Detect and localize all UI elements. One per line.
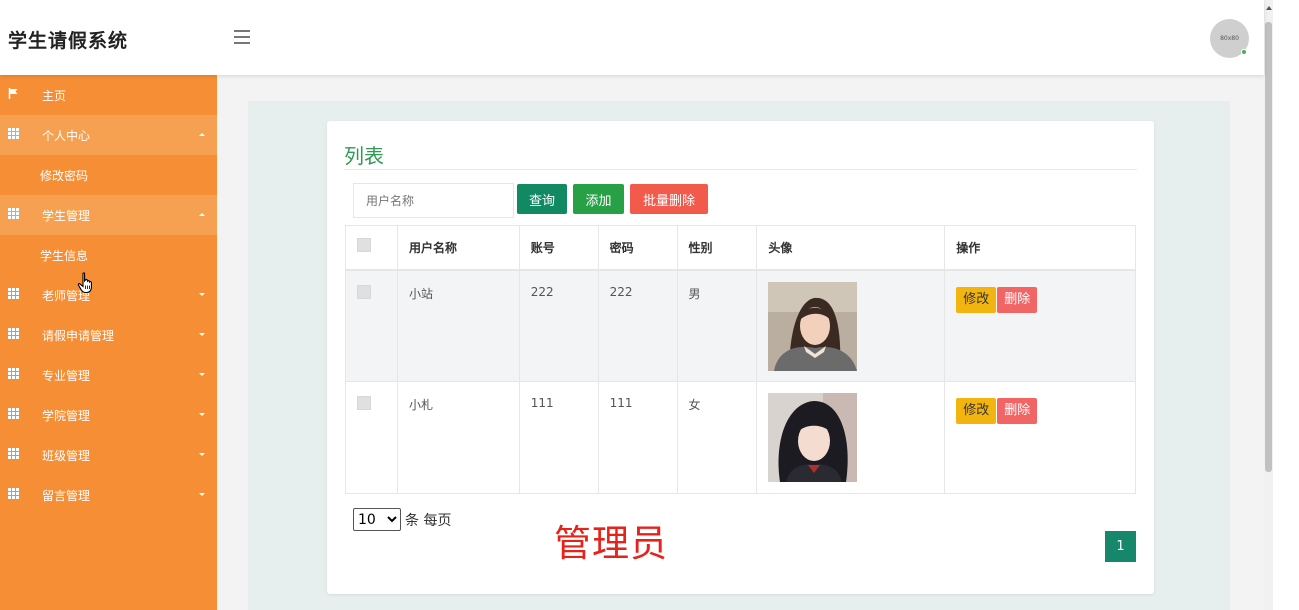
cell-gender: 男 (676, 269, 758, 382)
chevron-down-icon (199, 333, 205, 336)
grid-icon (8, 128, 19, 139)
query-button[interactable]: 查询 (517, 184, 567, 214)
row-checkbox[interactable] (357, 284, 371, 299)
chevron-up-icon (199, 133, 205, 136)
avatar-placeholder-text: 80x80 (1220, 35, 1239, 42)
delete-button[interactable]: 删除 (997, 286, 1038, 313)
chevron-down-icon (199, 493, 205, 496)
avatar-photo (768, 281, 858, 371)
sidebar-item-label: 请假申请管理 (42, 328, 115, 343)
column-header[interactable]: 操作 (944, 225, 1136, 271)
cell-avatar (756, 269, 946, 382)
row-select-cell (345, 269, 398, 382)
column-header[interactable]: 用户名称 (396, 225, 520, 271)
sidebar: 主页 个人中心 修改密码 学生管理 学生信息 老师管理 请假申请管理 专业管理 … (0, 75, 217, 610)
sidebar-item-leave-request-management[interactable]: 请假申请管理 (0, 315, 217, 355)
cell-account: 222 (518, 269, 599, 382)
scrollbar-thumb[interactable] (1265, 22, 1272, 472)
hand-cursor-icon (77, 272, 92, 294)
menu-toggle-icon[interactable] (234, 30, 250, 44)
cell-avatar (756, 381, 946, 494)
scroll-up-arrow-icon[interactable] (1266, 6, 1272, 10)
sidebar-item-label: 留言管理 (42, 488, 91, 503)
cell-username: 小札 (396, 381, 520, 494)
avatar-photo (768, 393, 858, 482)
select-all-cell (345, 225, 398, 271)
sidebar-item-home[interactable]: 主页 (0, 75, 217, 115)
sidebar-item-class-management[interactable]: 班级管理 (0, 435, 217, 475)
batch-delete-button[interactable]: 批量删除 (630, 184, 708, 214)
cell-gender: 女 (676, 381, 758, 494)
column-header[interactable]: 账号 (518, 225, 599, 271)
column-header[interactable]: 性别 (676, 225, 758, 271)
cell-actions: 修改 删除 (944, 381, 1136, 494)
page-scrollbar[interactable] (1264, 0, 1299, 610)
page-title: 列表 (344, 144, 384, 168)
top-header: 学生请假系统 80x80 (0, 0, 1264, 75)
sidebar-item-teacher-management[interactable]: 老师管理 (0, 275, 217, 315)
chevron-down-icon (199, 373, 205, 376)
list-card: 列表 查询 添加 批量删除 用户名称 账号 密码 性别 头像 操作 小站 222 (327, 121, 1154, 594)
sidebar-item-student-management[interactable]: 学生管理 (0, 195, 217, 235)
table-row: 小札 111 111 女 修改 删除 (345, 381, 1136, 494)
cell-actions: 修改 删除 (944, 269, 1136, 382)
page-size-select[interactable]: 10 (353, 508, 401, 531)
grid-icon (8, 208, 19, 219)
grid-icon (8, 368, 19, 379)
cell-username: 小站 (396, 269, 520, 382)
avatar[interactable]: 80x80 (1210, 19, 1249, 58)
grid-icon (8, 328, 19, 339)
sidebar-item-label: 专业管理 (42, 368, 91, 383)
add-button[interactable]: 添加 (573, 184, 624, 214)
chevron-up-icon (199, 213, 205, 216)
sidebar-subitem-student-info[interactable]: 学生信息 (0, 235, 217, 275)
delete-button[interactable]: 删除 (997, 398, 1038, 424)
sidebar-item-message-management[interactable]: 留言管理 (0, 475, 217, 515)
cell-account: 111 (518, 381, 599, 494)
select-all-checkbox[interactable] (357, 237, 371, 252)
row-select-cell (345, 381, 398, 494)
sidebar-item-college-management[interactable]: 学院管理 (0, 395, 217, 435)
grid-icon (8, 408, 19, 419)
column-header[interactable]: 头像 (756, 225, 946, 271)
user-table: 用户名称 账号 密码 性别 头像 操作 小站 222 222 男 修改 删除 小… (345, 225, 1136, 494)
sidebar-item-personal-center[interactable]: 个人中心 (0, 115, 217, 155)
sidebar-item-label: 学院管理 (42, 408, 91, 423)
grid-icon (8, 488, 19, 499)
sidebar-item-label: 个人中心 (42, 128, 91, 143)
page-size-label: 条 每页 (405, 513, 452, 529)
table-header-row: 用户名称 账号 密码 性别 头像 操作 (345, 225, 1136, 271)
sidebar-item-major-management[interactable]: 专业管理 (0, 355, 217, 395)
grid-icon (8, 288, 19, 299)
row-checkbox[interactable] (357, 396, 371, 410)
sidebar-subitem-change-password[interactable]: 修改密码 (0, 155, 217, 195)
cell-password: 111 (597, 381, 678, 494)
chevron-down-icon (199, 453, 205, 456)
sidebar-item-label: 班级管理 (42, 448, 91, 463)
edit-button[interactable]: 修改 (956, 286, 997, 313)
cell-password: 222 (597, 269, 678, 382)
pagination-page-1[interactable]: 1 (1105, 531, 1136, 562)
sidebar-item-label: 学生管理 (42, 208, 91, 223)
edit-button[interactable]: 修改 (956, 398, 997, 424)
column-header[interactable]: 密码 (597, 225, 678, 271)
chevron-down-icon (199, 413, 205, 416)
username-search-input[interactable] (353, 183, 514, 218)
online-status-dot (1241, 49, 1247, 55)
flag-icon (8, 88, 18, 99)
role-watermark: 管理员 (554, 522, 668, 565)
chevron-down-icon (199, 293, 205, 296)
title-divider (344, 169, 1137, 170)
sidebar-item-label: 主页 (42, 88, 67, 103)
app-title: 学生请假系统 (8, 30, 129, 52)
grid-icon (8, 448, 19, 459)
table-row: 小站 222 222 男 修改 删除 (345, 269, 1136, 382)
